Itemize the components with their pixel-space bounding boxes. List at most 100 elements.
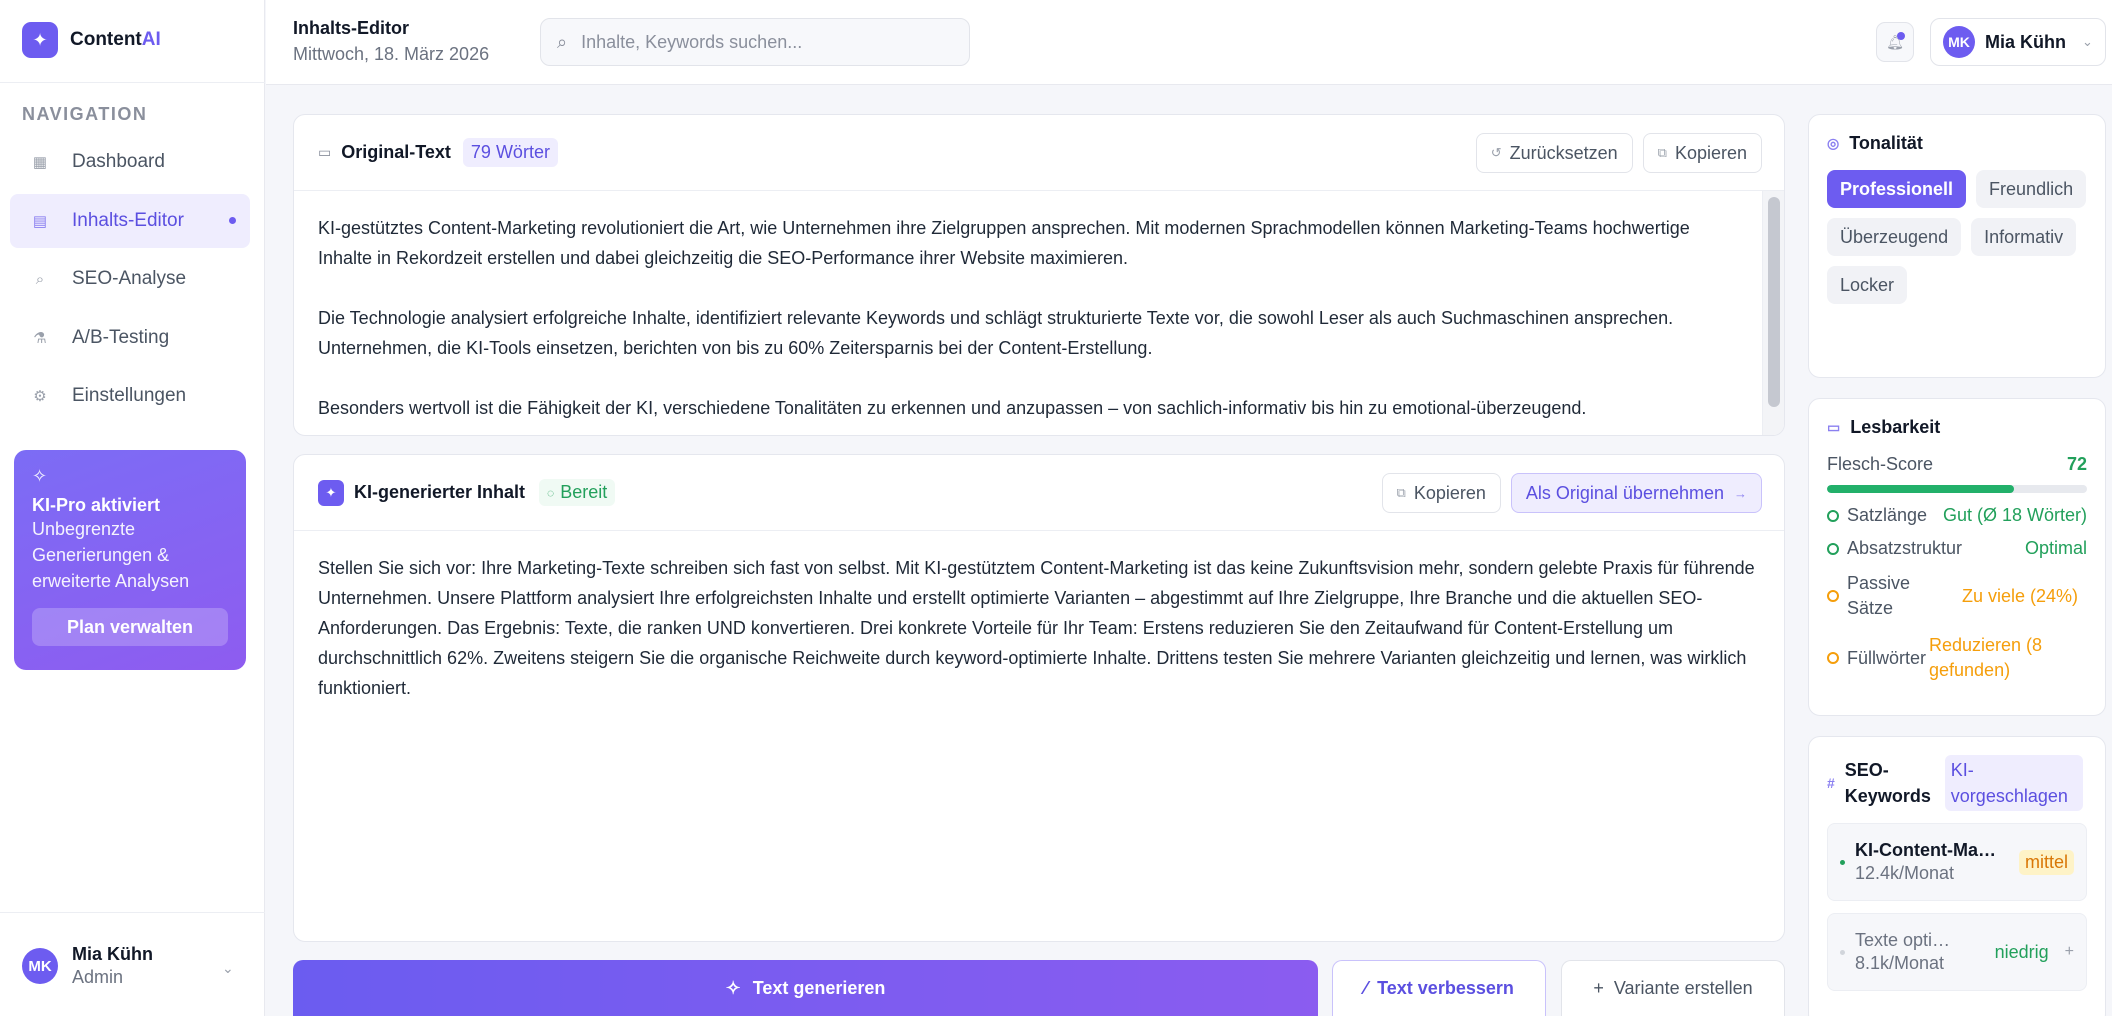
original-text-area[interactable]: KI-gestütztes Content-Marketing revoluti… (294, 191, 1756, 435)
tone-option-freundlich[interactable]: Freundlich (1976, 170, 2087, 208)
chevron-down-icon[interactable]: ⌄ (222, 960, 234, 977)
adopt-as-original-button[interactable]: Als Original übernehmen → (1510, 473, 1762, 513)
promo-description: Unbegrenzte Generierungen & erweiterte A… (32, 519, 190, 591)
search-input[interactable] (581, 31, 942, 53)
metric-value: Reduzieren (8 gefunden) (1929, 635, 2043, 680)
progress-fill (1827, 485, 2015, 493)
card-title: KI-generierter Inhalt (354, 482, 526, 502)
sidebar-item-seo-analyse[interactable]: ⌕ SEO-Analyse (10, 252, 250, 306)
text-paragraph: Die Technologie analysiert erfolgreiche … (318, 308, 1674, 358)
flesch-score: 72 (2066, 454, 2087, 474)
sidebar-item-label: SEO-Analyse (72, 268, 187, 289)
divider (0, 912, 265, 913)
card-header: ▭ Original-Text 79 Wörter ↺ Zurücksetzen… (294, 115, 1784, 191)
tone-option-informativ[interactable]: Informativ (1971, 218, 2077, 256)
original-text-card: ▭ Original-Text 79 Wörter ↺ Zurücksetzen… (293, 114, 1785, 436)
tone-option-ueberzeugend[interactable]: Überzeugend (1827, 218, 1962, 256)
check-circle-icon (1827, 509, 1839, 522)
nav-heading: NAVIGATION (22, 104, 148, 124)
copy-generated-button[interactable]: ⧉ Kopieren (1381, 473, 1501, 513)
variant-label: Variante erstellen (1613, 978, 1753, 998)
target-icon: ◎ (1827, 135, 1840, 151)
avatar: MK (22, 948, 58, 984)
card-title: SEO-Keywords (1844, 760, 1931, 806)
tone-option-professionell[interactable]: Professionell (1827, 170, 1967, 208)
sidebar-item-inhalts-editor[interactable]: ▤ Inhalts-Editor (10, 194, 250, 248)
tone-option-locker[interactable]: Locker (1827, 266, 1908, 304)
page-date: Mittwoch, 18. März 2026 (293, 44, 490, 64)
card-header: ✦ KI-generierter Inhalt ◌ Bereit ⧉ Kopie… (294, 455, 1784, 531)
sidebar-item-label: Dashboard (72, 151, 165, 172)
user-menu[interactable]: MK Mia Kühn ⌄ (1930, 18, 2106, 66)
readability-card: ▭ Lesbarkeit Flesch-Score 72 Satzlänge G… (1808, 398, 2106, 716)
reset-icon: ↺ (1490, 145, 1502, 160)
ai-generated-card: ✦ KI-generierter Inhalt ◌ Bereit ⧉ Kopie… (293, 454, 1785, 942)
card-title: Original-Text (341, 142, 451, 162)
warning-circle-icon (1827, 652, 1839, 664)
create-variant-button[interactable]: + Variante erstellen (1561, 960, 1785, 1016)
search-icon: ⌕ (557, 31, 568, 52)
flask-icon: ⚗ (33, 330, 47, 347)
copy-icon: ⧉ (1657, 145, 1667, 160)
search-box[interactable]: ⌕ (540, 18, 970, 66)
competition-badge: niedrig (1994, 941, 2049, 962)
metric-row: Absatzstruktur Optimal (1827, 538, 2087, 559)
metric-row: Satzlänge Gut (Ø 18 Wörter) (1827, 505, 2087, 526)
metric-value: Gut (Ø 18 Wörter) (1942, 505, 2087, 525)
page-title: Inhalts-Editor (293, 18, 409, 38)
promo-title: KI-Pro aktiviert (32, 495, 161, 515)
sparkle-icon: ✧ (725, 977, 741, 998)
card-title: Tonalität (1849, 133, 1923, 153)
card-title: Lesbarkeit (1850, 417, 1941, 437)
copy-original-button[interactable]: ⧉ Kopieren (1642, 133, 1762, 173)
app-name: ContentAI (70, 29, 161, 50)
metric-row: Füllwörter Reduzieren (8 gefunden) (1827, 633, 2087, 683)
generate-text-button[interactable]: ✧ Text generieren (293, 960, 1318, 1016)
sparkle-icon: ✦ (318, 479, 344, 506)
app-logo[interactable]: ✦ ContentAI (22, 22, 161, 58)
book-icon: ▭ (1827, 419, 1841, 435)
sparkle-icon: ✧ (32, 466, 48, 486)
book-icon: ▭ (318, 144, 332, 160)
status-dot (1840, 859, 1845, 865)
improve-text-button[interactable]: ⁄ Text verbessern (1332, 960, 1546, 1016)
sidebar-item-label: Inhalts-Editor (72, 210, 184, 231)
flesch-score-row: Flesch-Score 72 (1827, 454, 2087, 475)
metric-label: Füllwörter (1847, 647, 1927, 668)
copy-icon: ⧉ (1396, 485, 1406, 500)
keyword-item[interactable]: Texte optimieren 8.1k/Monat niedrig + (1827, 913, 2087, 991)
reset-label: Zurücksetzen (1509, 142, 1618, 163)
gear-icon: ⚙ (33, 388, 47, 405)
improve-label: Text verbessern (1377, 978, 1514, 998)
flesch-label: Flesch-Score (1827, 454, 1934, 474)
notifications-button[interactable]: 🔔︎ (1876, 22, 1914, 62)
arrow-right-icon: → (1734, 485, 1747, 501)
document-icon: ▤ (32, 213, 48, 230)
check-circle-icon: ◌ (547, 485, 555, 500)
keyword-volume: 12.4k/Monat (1855, 863, 1955, 883)
manage-plan-button[interactable]: Plan verwalten (32, 608, 228, 646)
status-dot (1840, 949, 1845, 955)
tone-options: Professionell Freundlich Überzeugend Inf… (1827, 170, 2087, 304)
sidebar-item-ab-testing[interactable]: ⚗ A/B-Testing (10, 311, 250, 365)
reset-button[interactable]: ↺ Zurücksetzen (1475, 133, 1633, 173)
text-paragraph: KI-gestütztes Content-Marketing revoluti… (318, 218, 1690, 268)
competition-badge: mittel (2018, 849, 2074, 875)
sidebar-item-einstellungen[interactable]: ⚙ Einstellungen (10, 369, 250, 423)
user-profile[interactable]: MK Mia Kühn Admin (22, 944, 153, 988)
add-keyword-icon[interactable]: + (2065, 943, 2074, 961)
copy-label: Kopieren (1413, 482, 1486, 503)
scrollbar-thumb[interactable] (1768, 197, 1780, 407)
user-role: Admin (72, 967, 124, 987)
sidebar-item-label: Einstellungen (72, 385, 187, 406)
search-icon: ⌕ (35, 270, 45, 288)
generated-text-area[interactable]: Stellen Sie sich vor: Ihre Marketing-Tex… (294, 531, 1784, 725)
metric-label: Absatzstruktur (1847, 538, 1963, 558)
generate-label: Text generieren (752, 977, 886, 998)
keyword-item[interactable]: KI-Content-Marketing 12.4k/Monat mittel (1827, 823, 2087, 901)
scrollbar[interactable] (1762, 191, 1784, 435)
metric-row: Passive Sätze Zu viele (24%) (1827, 571, 2087, 621)
sidebar-item-dashboard[interactable]: ▦ Dashboard (10, 135, 250, 189)
warning-circle-icon (1827, 590, 1839, 602)
ai-suggested-badge: KI-vorgeschlagen (1944, 755, 2083, 811)
